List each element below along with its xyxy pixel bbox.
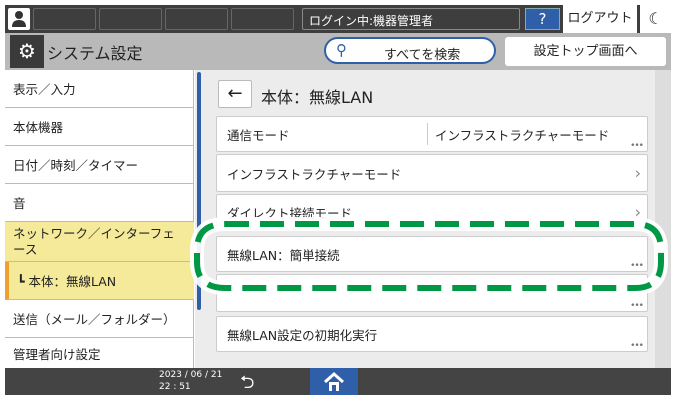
row-value: インフラストラクチャーモード (435, 127, 610, 143)
login-status[interactable]: ログイン中:機器管理者 (302, 8, 520, 30)
sidebar: 表示／入力 本体機器 日付／時刻／タイマー 音 ネットワーク／インターフェース … (5, 70, 194, 368)
search-all-button[interactable]: ⚲ すべてを検索 (324, 37, 496, 64)
search-icon: ⚲ (336, 41, 347, 59)
back-arrow-icon[interactable]: ⮌ (240, 370, 254, 400)
sidebar-item-network[interactable]: ネットワーク／インターフェース (5, 222, 194, 262)
sidebar-item-send[interactable]: 送信（メール／フォルダー） (5, 300, 194, 338)
search-label: すべてを検索 (384, 48, 461, 63)
gear-icon: ⚙ (10, 35, 44, 68)
help-button[interactable]: ? (525, 8, 560, 30)
settings-top-button[interactable]: 設定トップ画面へ (505, 37, 666, 66)
row-label: インフラストラクチャーモード (227, 166, 402, 182)
sidebar-item-wireless-lan[interactable]: ┗ 本体：無線LAN (5, 262, 194, 300)
sidebar-item-display[interactable]: 表示／入力 (5, 70, 194, 108)
sidebar-item-sound[interactable]: 音 (5, 184, 194, 222)
bottom-bar: 2023 / 06 / 21 22 : 51 ⮌ (5, 368, 671, 395)
section-title: 本体：無線LAN (261, 88, 374, 107)
home-button[interactable] (310, 368, 358, 395)
row-communication-mode[interactable]: 通信モード インフラストラクチャーモード ••• (216, 116, 648, 152)
user-icon[interactable] (8, 8, 30, 30)
date: 2023 / 06 / 21 (159, 370, 223, 380)
header: ⚙ システム設定 ⚲ すべてを検索 設定トップ画面へ (5, 33, 671, 70)
status-slot (165, 8, 228, 30)
status-slot (231, 8, 294, 30)
back-button[interactable]: ← (218, 80, 252, 108)
sidebar-item-machine[interactable]: 本体機器 (5, 108, 194, 146)
status-slot (33, 8, 96, 30)
date-time: 2023 / 06 / 21 22 : 51 (159, 369, 222, 393)
home-icon (324, 371, 344, 391)
time: 22 : 51 (159, 382, 191, 392)
sidebar-item-admin[interactable]: 管理者向け設定 (5, 338, 194, 368)
logout-button[interactable]: ログアウト (563, 5, 637, 33)
chevron-right-icon: › (634, 163, 641, 183)
sidebar-item-datetime[interactable]: 日付／時刻／タイマー (5, 146, 194, 184)
row-label: 無線LAN設定の初期化実行 (227, 327, 378, 343)
row-reset-wireless[interactable]: 無線LAN設定の初期化実行 ••• (216, 316, 648, 352)
moon-icon[interactable]: ☾ (640, 5, 671, 33)
top-bar: ログイン中:機器管理者 ? ログアウト ☾ (5, 5, 671, 33)
status-slot (99, 8, 162, 30)
page-title: システム設定 (47, 44, 143, 63)
row-infrastructure-mode[interactable]: インフラストラクチャーモード › (216, 154, 648, 192)
row-label: 通信モード (227, 127, 290, 143)
highlight-annotation (190, 217, 668, 295)
